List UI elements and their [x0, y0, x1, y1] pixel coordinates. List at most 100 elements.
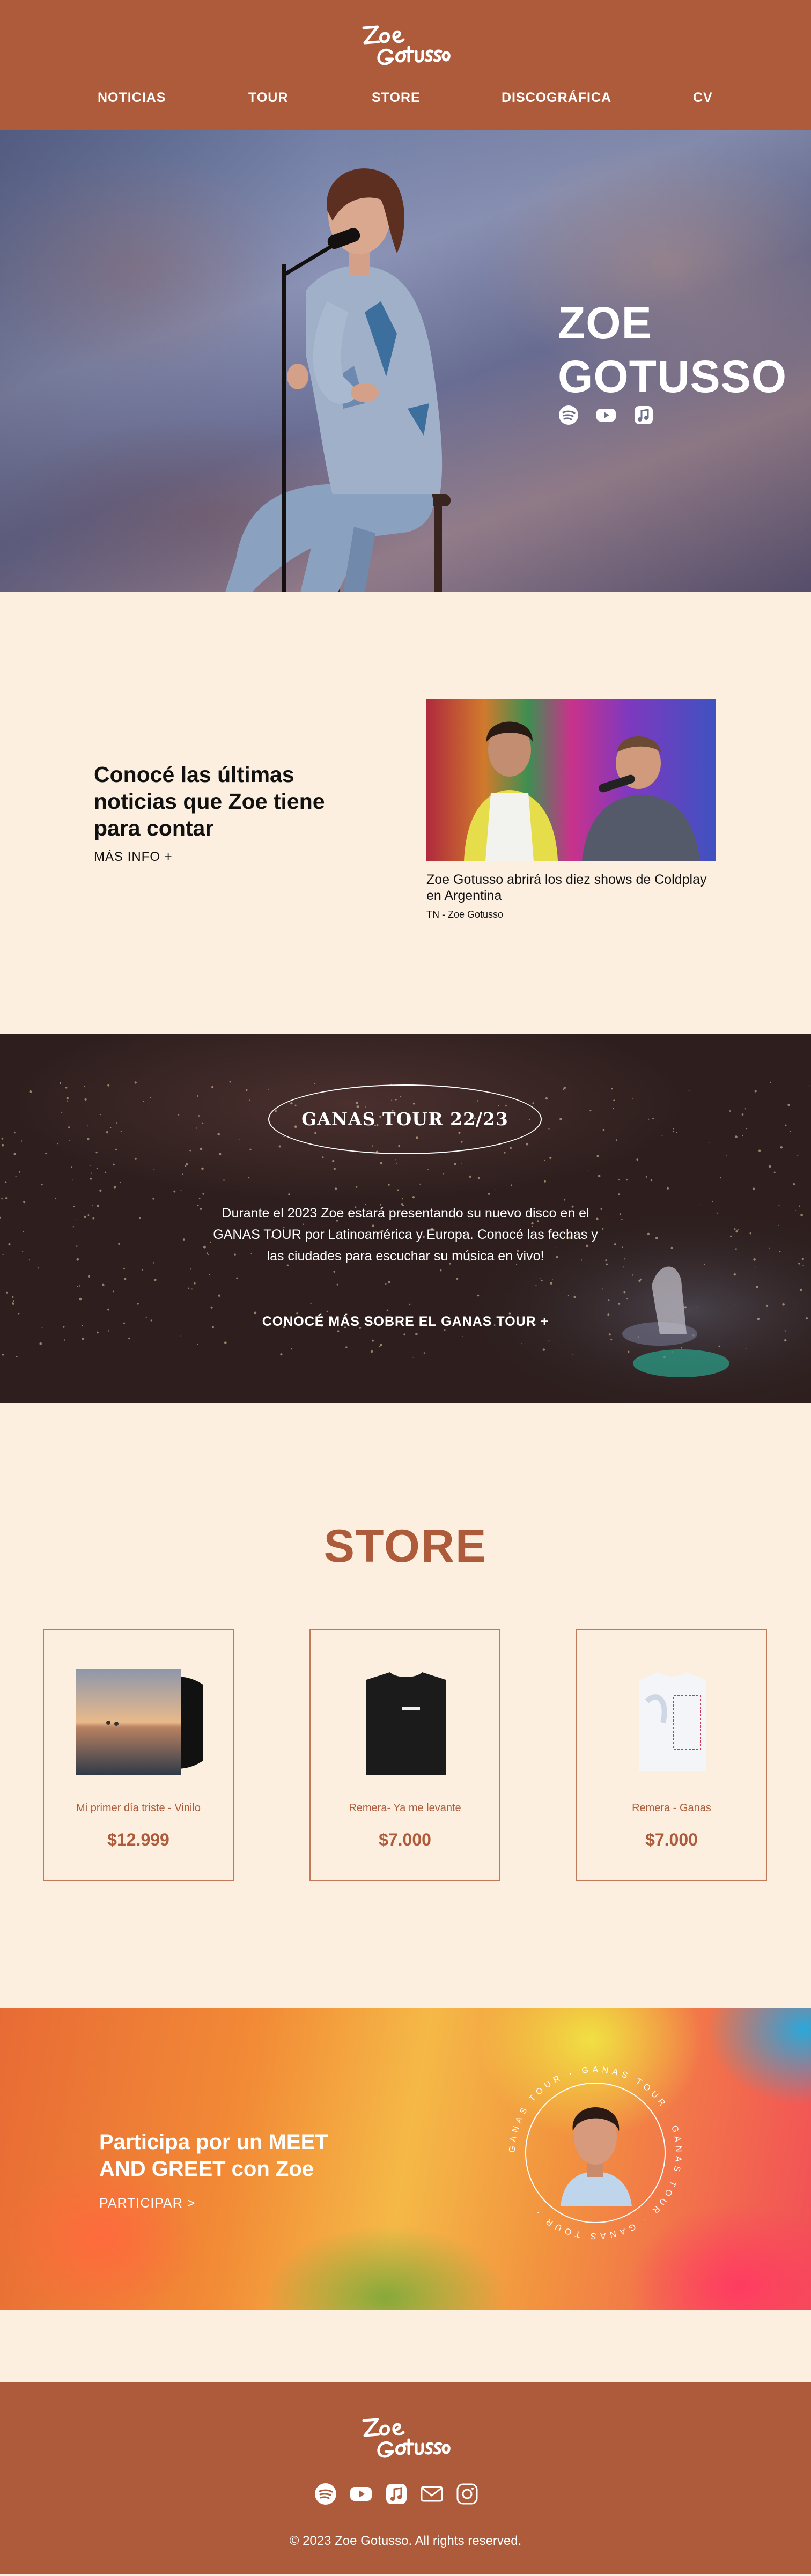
- crowd-light: [38, 1267, 39, 1269]
- product-card-tshirt-ya-me-levante[interactable]: Remera- Ya me levante $7.000: [309, 1629, 500, 1881]
- crowd-light: [779, 1251, 781, 1253]
- crowd-light: [745, 1348, 747, 1349]
- crowd-light: [619, 1213, 621, 1215]
- crowd-light: [128, 1337, 130, 1340]
- crowd-light: [75, 1219, 76, 1221]
- crowd-light: [601, 1288, 603, 1290]
- crowd-light: [355, 1186, 358, 1188]
- nav-item-discografica[interactable]: DISCOGRÁFICA: [502, 90, 611, 106]
- spotify-icon[interactable]: [558, 404, 579, 426]
- crowd-light: [23, 1201, 26, 1204]
- crowd-light: [372, 1339, 374, 1342]
- crowd-light: [120, 1131, 122, 1132]
- crowd-light: [673, 1128, 674, 1130]
- crowd-light: [510, 1147, 512, 1149]
- nav-item-tour[interactable]: TOUR: [248, 90, 288, 106]
- crowd-light: [113, 1163, 115, 1166]
- crowd-light: [793, 1183, 795, 1185]
- crowd-light: [544, 1159, 546, 1161]
- crowd-light: [632, 1274, 633, 1276]
- news-section: Conocé las últimas noticias que Zoe tien…: [0, 592, 811, 1034]
- crowd-light: [2, 1354, 4, 1356]
- nav-item-cv[interactable]: CV: [693, 90, 713, 106]
- crowd-light: [626, 1179, 628, 1181]
- zoe-gotusso-logo[interactable]: [359, 21, 452, 71]
- crowd-light: [89, 1165, 91, 1166]
- crowd-light: [92, 1217, 95, 1220]
- crowd-light: [735, 1230, 738, 1233]
- mail-icon[interactable]: [420, 2482, 444, 2506]
- crowd-light: [753, 1258, 756, 1261]
- crowd-light: [211, 1086, 214, 1088]
- crowd-light: [632, 1098, 633, 1099]
- crowd-light: [82, 1337, 84, 1340]
- crowd-light: [1, 1143, 4, 1147]
- apple-music-icon[interactable]: [633, 404, 654, 426]
- crowd-light: [790, 1131, 791, 1132]
- crowd-light: [608, 1333, 611, 1336]
- nav-item-noticias[interactable]: NOTICIAS: [98, 90, 166, 106]
- news-article-image[interactable]: [426, 699, 716, 861]
- crowd-light: [573, 1296, 576, 1298]
- crowd-light: [182, 1173, 183, 1175]
- crowd-light: [218, 1153, 222, 1155]
- zoe-gotusso-logo[interactable]: [359, 2414, 452, 2463]
- youtube-icon[interactable]: [349, 2482, 373, 2506]
- news-article-title[interactable]: Zoe Gotusso abrirá los diez shows de Col…: [426, 872, 716, 904]
- youtube-icon[interactable]: [595, 404, 617, 426]
- crowd-light: [742, 1135, 743, 1136]
- crowd-light: [638, 1279, 641, 1282]
- crowd-light: [734, 1228, 736, 1230]
- crowd-light: [105, 1171, 107, 1173]
- store-section: STORE Mi primer día triste - Vinilo $12.…: [0, 1403, 811, 2008]
- instagram-icon[interactable]: [455, 2482, 479, 2506]
- crowd-light: [784, 1330, 786, 1332]
- crowd-light: [758, 1149, 761, 1152]
- more-info-link[interactable]: MÁS INFO +: [94, 850, 173, 865]
- crowd-light: [655, 1237, 658, 1239]
- crowd-light: [186, 1163, 188, 1165]
- crowd-light: [700, 1204, 702, 1206]
- crowd-light: [730, 1235, 732, 1237]
- crowd-light: [59, 1082, 62, 1084]
- crowd-light: [178, 1114, 180, 1116]
- apple-music-icon[interactable]: [385, 2482, 408, 2506]
- crowd-light: [86, 1125, 88, 1127]
- crowd-light: [110, 1127, 112, 1128]
- tour-more-link[interactable]: CONOCÉ MÁS SOBRE EL GANAS TOUR +: [204, 1314, 607, 1330]
- crowd-light: [636, 1158, 639, 1161]
- crowd-light: [200, 1147, 203, 1150]
- crowd-light: [107, 1084, 110, 1087]
- nav-item-store[interactable]: STORE: [372, 90, 421, 106]
- spotify-icon[interactable]: [314, 2482, 337, 2506]
- crowd-light: [71, 1166, 72, 1168]
- crowd-light: [72, 1179, 73, 1181]
- crowd-light: [613, 1108, 614, 1110]
- crowd-light: [403, 1333, 406, 1336]
- crowd-light: [587, 1170, 588, 1172]
- crowd-light: [786, 1319, 787, 1321]
- crowd-light: [69, 1140, 71, 1141]
- crowd-light: [76, 1245, 78, 1247]
- crowd-light: [572, 1354, 573, 1355]
- crowd-light: [718, 1345, 720, 1347]
- crowd-light: [681, 1347, 682, 1349]
- crowd-light: [1, 1198, 3, 1200]
- crowd-light: [79, 1297, 82, 1301]
- crowd-light: [610, 1339, 613, 1341]
- crowd-light: [623, 1291, 626, 1294]
- product-card-vinyl[interactable]: Mi primer día triste - Vinilo $12.999: [43, 1629, 234, 1881]
- product-card-tshirt-ganas[interactable]: Remera - Ganas $7.000: [576, 1629, 767, 1881]
- crowd-light: [288, 1193, 290, 1195]
- crowd-light: [549, 1156, 552, 1160]
- copyright-text: © 2023 Zoe Gotusso. All rights reserved.: [289, 2534, 522, 2548]
- participate-link[interactable]: PARTICIPAR >: [99, 2196, 195, 2211]
- tour-section: GANAS TOUR 22/23 Durante el 2023 Zoe est…: [0, 1034, 811, 1403]
- crowd-light: [45, 1152, 47, 1155]
- crowd-light: [345, 1346, 348, 1348]
- crowd-light: [645, 1176, 647, 1178]
- crowd-light: [733, 1273, 736, 1276]
- crowd-light: [627, 1350, 630, 1353]
- crowd-light: [769, 1247, 770, 1249]
